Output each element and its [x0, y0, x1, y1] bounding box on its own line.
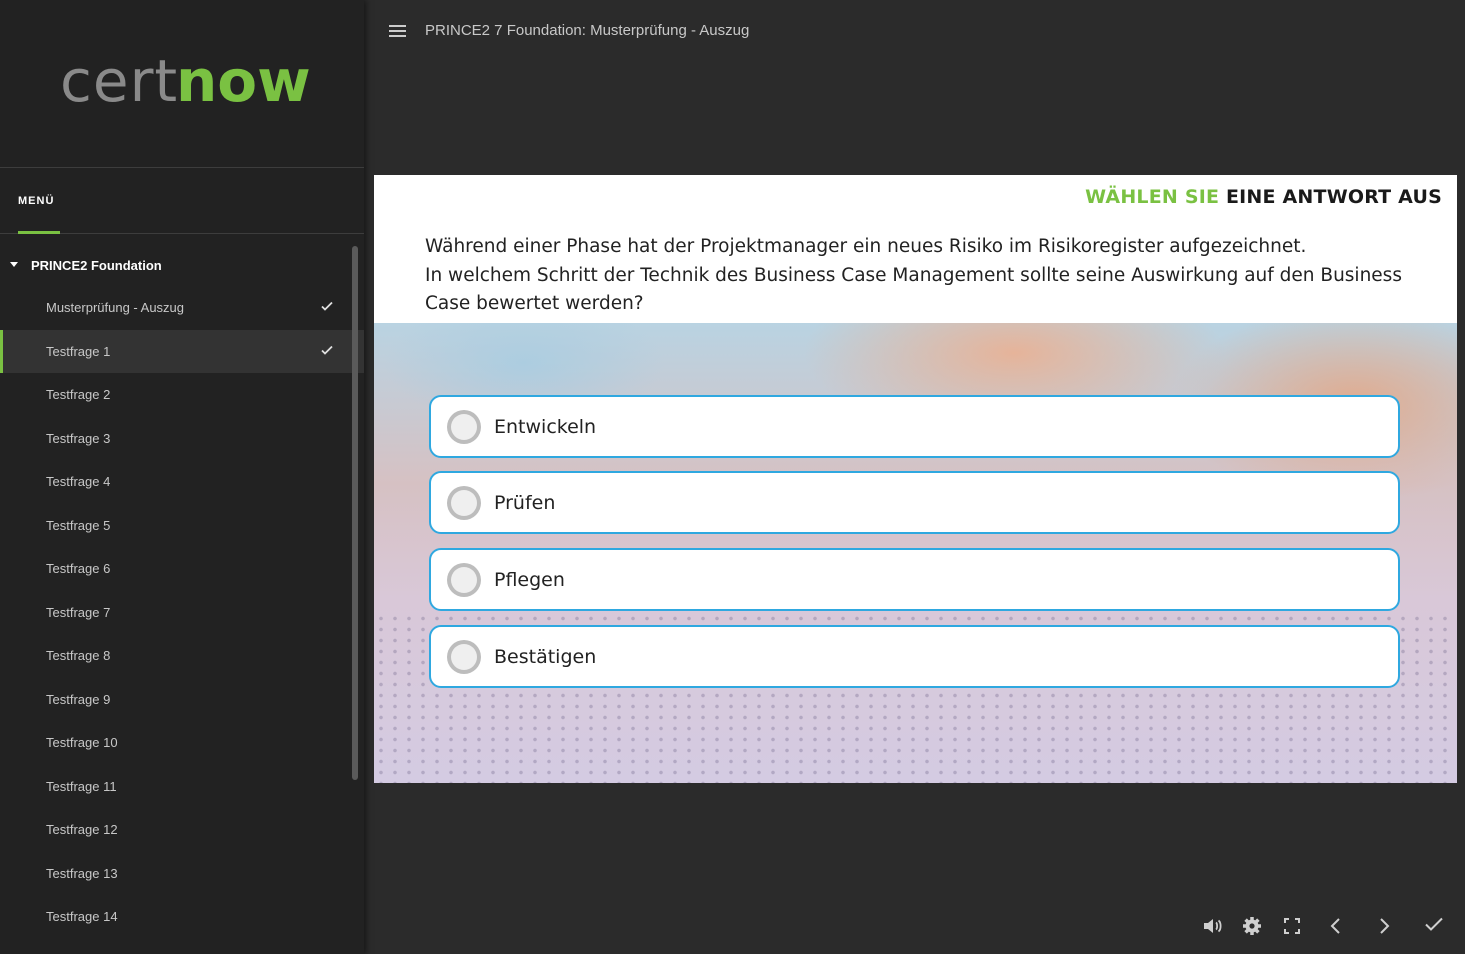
- answer-option-4[interactable]: Bestätigen: [429, 625, 1400, 688]
- previous-icon[interactable]: [1324, 914, 1348, 938]
- menu-list: PRINCE2 Foundation Musterprüfung - Auszu…: [0, 244, 364, 939]
- sidebar-item-label: Testfrage 7: [46, 604, 111, 620]
- menu-tab-indicator: [18, 231, 60, 234]
- top-bar: PRINCE2 7 Foundation: Musterprüfung - Au…: [364, 0, 1465, 62]
- sidebar-item-label: Testfrage 13: [46, 865, 118, 881]
- sidebar-item-testfrage-6[interactable]: Testfrage 6: [0, 547, 364, 591]
- sidebar-item-testfrage-10[interactable]: Testfrage 10: [0, 721, 364, 765]
- menu-label: MENÜ: [18, 195, 55, 207]
- logo-text-now: now: [176, 47, 311, 115]
- radio-button[interactable]: [447, 640, 481, 674]
- sidebar-item-label: Testfrage 1: [46, 343, 111, 359]
- answer-option-3[interactable]: Pflegen: [429, 548, 1400, 611]
- radio-button[interactable]: [447, 410, 481, 444]
- background-photo: Entwickeln Prüfen Pflegen Bestätigen: [374, 323, 1457, 783]
- sidebar-item-musterpruefung[interactable]: Musterprüfung - Auszug: [0, 286, 364, 330]
- answer-option-1[interactable]: Entwickeln: [429, 395, 1400, 458]
- volume-icon[interactable]: [1200, 914, 1224, 938]
- sidebar-item-label: Testfrage 8: [46, 648, 111, 663]
- question-text: Während einer Phase hat der Projektmanag…: [425, 233, 1425, 319]
- submit-check-icon[interactable]: [1422, 912, 1446, 936]
- radio-button[interactable]: [447, 486, 481, 520]
- instruction-rest: EINE ANTWORT AUS: [1225, 186, 1442, 208]
- menu-tab[interactable]: MENÜ: [0, 168, 364, 234]
- answer-label: Pflegen: [494, 569, 565, 591]
- sidebar-item-label: Testfrage 12: [46, 822, 118, 837]
- sidebar-item-label: Testfrage 5: [46, 517, 111, 533]
- sidebar-item-testfrage-13[interactable]: Testfrage 13: [0, 852, 364, 896]
- hamburger-menu-icon[interactable]: [389, 25, 406, 37]
- course-toggle[interactable]: PRINCE2 Foundation: [0, 244, 364, 286]
- question-line-2: In welchem Schritt der Technik des Busin…: [425, 264, 1402, 315]
- sidebar: cert now MENÜ PRINCE2 Foundation Musterp…: [0, 0, 364, 954]
- sidebar-item-testfrage-3[interactable]: Testfrage 3: [0, 417, 364, 461]
- sidebar-item-label: Testfrage 6: [46, 561, 111, 576]
- question-line-1: Während einer Phase hat der Projektmanag…: [425, 236, 1307, 257]
- course-title: PRINCE2 Foundation: [31, 258, 162, 273]
- logo-text-cert: cert: [60, 47, 179, 115]
- page-title: PRINCE2 7 Foundation: Musterprüfung - Au…: [425, 22, 750, 39]
- caret-down-icon: [10, 262, 18, 267]
- checkmark-icon: [320, 299, 334, 313]
- question-slide: WÄHLEN SIE EINE ANTWORT AUS Während eine…: [374, 175, 1457, 783]
- sidebar-item-label: Testfrage 11: [46, 778, 117, 794]
- instruction-highlight: WÄHLEN SIE: [1085, 186, 1220, 208]
- sidebar-item-testfrage-12[interactable]: Testfrage 12: [0, 808, 364, 852]
- sidebar-item-testfrage-4[interactable]: Testfrage 4: [0, 460, 364, 504]
- sidebar-item-testfrage-11[interactable]: Testfrage 11: [0, 765, 364, 809]
- settings-icon[interactable]: [1240, 914, 1264, 938]
- sidebar-item-testfrage-9[interactable]: Testfrage 9: [0, 678, 364, 722]
- sidebar-item-testfrage-14[interactable]: Testfrage 14: [0, 895, 364, 939]
- certnow-logo: cert now: [0, 0, 364, 168]
- instruction-text: WÄHLEN SIE EINE ANTWORT AUS: [1085, 186, 1442, 208]
- sidebar-item-testfrage-5[interactable]: Testfrage 5: [0, 504, 364, 548]
- sidebar-item-label: Testfrage 14: [46, 909, 118, 924]
- radio-button[interactable]: [447, 563, 481, 597]
- sidebar-item-testfrage-7[interactable]: Testfrage 7: [0, 591, 364, 635]
- answer-option-2[interactable]: Prüfen: [429, 471, 1400, 534]
- fullscreen-icon[interactable]: [1280, 914, 1304, 938]
- answer-label: Bestätigen: [494, 646, 597, 668]
- sidebar-item-label: Testfrage 9: [46, 691, 111, 707]
- sidebar-item-label: Musterprüfung - Auszug: [46, 300, 185, 315]
- sidebar-item-testfrage-1[interactable]: Testfrage 1: [0, 329, 364, 373]
- sidebar-item-label: Testfrage 3: [46, 430, 111, 446]
- checkmark-icon: [320, 343, 334, 357]
- sidebar-scrollbar[interactable]: [352, 246, 358, 780]
- sidebar-item-label: Testfrage 10: [46, 735, 118, 750]
- sidebar-item-testfrage-2[interactable]: Testfrage 2: [0, 373, 364, 417]
- next-icon[interactable]: [1372, 914, 1396, 938]
- sidebar-item-label: Testfrage 2: [46, 387, 111, 402]
- sidebar-item-label: Testfrage 4: [46, 474, 111, 489]
- sidebar-item-testfrage-8[interactable]: Testfrage 8: [0, 634, 364, 678]
- answer-label: Prüfen: [494, 492, 556, 514]
- answer-label: Entwickeln: [494, 416, 597, 438]
